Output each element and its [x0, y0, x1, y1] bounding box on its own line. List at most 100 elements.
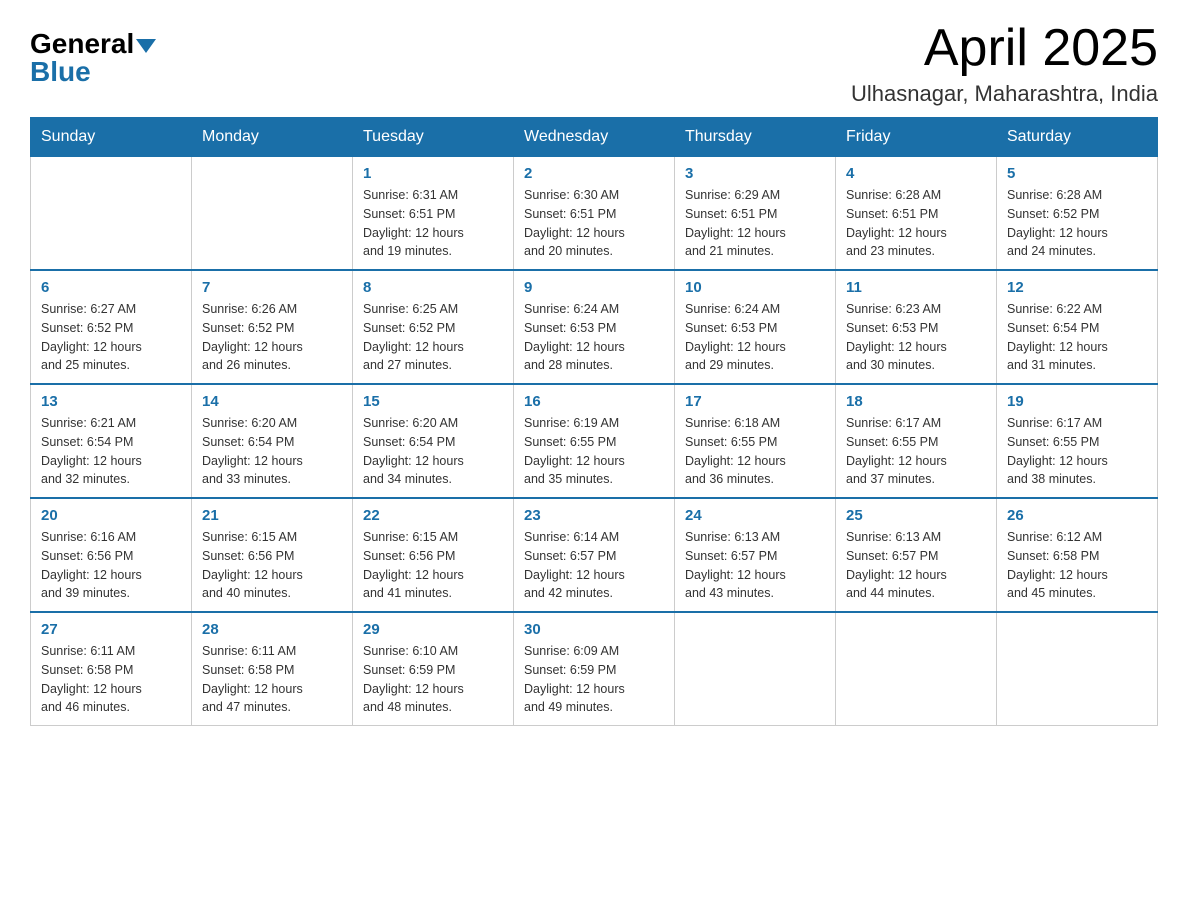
day-info: Sunrise: 6:14 AM Sunset: 6:57 PM Dayligh… [524, 528, 664, 603]
title-section: April 2025 Ulhasnagar, Maharashtra, Indi… [851, 20, 1158, 107]
day-number: 26 [1007, 507, 1147, 524]
calendar-cell: 28 Sunrise: 6:11 AM Sunset: 6:58 PM Dayli… [192, 612, 353, 726]
week-row-2: 6Sunrise: 6:27 AM Sunset: 6:52 PM Daylig… [31, 270, 1158, 384]
day-number: 16 [524, 393, 664, 410]
day-number: 24 [685, 507, 825, 524]
calendar-cell: 29 Sunrise: 6:10 AM Sunset: 6:59 PM Dayli… [353, 612, 514, 726]
day-number: 15 [363, 393, 503, 410]
weekday-header-row: SundayMondayTuesdayWednesdayThursdayFrid… [31, 118, 1158, 157]
calendar-table: SundayMondayTuesdayWednesdayThursdayFrid… [30, 117, 1158, 726]
day-number: 13 [41, 393, 181, 410]
logo-arrow-icon [136, 39, 156, 53]
day-number: 10 [685, 279, 825, 296]
day-info: Sunrise: 6:17 AM Sunset: 6:55 PM Dayligh… [846, 414, 986, 489]
week-row-3: 13 Sunrise: 6:21 AM Sunset: 6:54 PM Dayli… [31, 384, 1158, 498]
week-row-5: 27 Sunrise: 6:11 AM Sunset: 6:58 PM Dayli… [31, 612, 1158, 726]
calendar-cell: 23 Sunrise: 6:14 AM Sunset: 6:57 PM Dayli… [514, 498, 675, 612]
calendar-cell [997, 612, 1158, 726]
calendar-cell: 20Sunrise: 6:16 AM Sunset: 6:56 PM Dayli… [31, 498, 192, 612]
day-info: Sunrise: 6:11 AM Sunset: 6:58 PM Dayligh… [202, 642, 342, 717]
day-info: Sunrise: 6:27 AM Sunset: 6:52 PM Dayligh… [41, 300, 181, 375]
day-number: 18 [846, 393, 986, 410]
day-info: Sunrise: 6:21 AM Sunset: 6:54 PM Dayligh… [41, 414, 181, 489]
calendar-cell: 15 Sunrise: 6:20 AM Sunset: 6:54 PM Dayli… [353, 384, 514, 498]
day-info: Sunrise: 6:15 AM Sunset: 6:56 PM Dayligh… [202, 528, 342, 603]
day-info: Sunrise: 6:25 AM Sunset: 6:52 PM Dayligh… [363, 300, 503, 375]
day-info: Sunrise: 6:15 AM Sunset: 6:56 PM Dayligh… [363, 528, 503, 603]
day-number: 25 [846, 507, 986, 524]
calendar-cell: 9Sunrise: 6:24 AM Sunset: 6:53 PM Daylig… [514, 270, 675, 384]
day-info: Sunrise: 6:22 AM Sunset: 6:54 PM Dayligh… [1007, 300, 1147, 375]
calendar-cell [31, 157, 192, 271]
day-info: Sunrise: 6:20 AM Sunset: 6:54 PM Dayligh… [202, 414, 342, 489]
day-number: 28 [202, 621, 342, 638]
day-info: Sunrise: 6:29 AM Sunset: 6:51 PM Dayligh… [685, 186, 825, 261]
calendar-cell: 27 Sunrise: 6:11 AM Sunset: 6:58 PM Dayli… [31, 612, 192, 726]
weekday-header-saturday: Saturday [997, 118, 1158, 157]
calendar-cell [192, 157, 353, 271]
calendar-cell: 21 Sunrise: 6:15 AM Sunset: 6:56 PM Dayli… [192, 498, 353, 612]
weekday-header-thursday: Thursday [675, 118, 836, 157]
calendar-cell [675, 612, 836, 726]
calendar-cell: 5 Sunrise: 6:28 AM Sunset: 6:52 PM Daylig… [997, 157, 1158, 271]
day-info: Sunrise: 6:13 AM Sunset: 6:57 PM Dayligh… [846, 528, 986, 603]
week-row-4: 20Sunrise: 6:16 AM Sunset: 6:56 PM Dayli… [31, 498, 1158, 612]
day-number: 27 [41, 621, 181, 638]
day-number: 23 [524, 507, 664, 524]
week-row-1: 1 Sunrise: 6:31 AM Sunset: 6:51 PM Daylig… [31, 157, 1158, 271]
day-info: Sunrise: 6:20 AM Sunset: 6:54 PM Dayligh… [363, 414, 503, 489]
calendar-cell: 1 Sunrise: 6:31 AM Sunset: 6:51 PM Daylig… [353, 157, 514, 271]
day-info: Sunrise: 6:12 AM Sunset: 6:58 PM Dayligh… [1007, 528, 1147, 603]
day-info: Sunrise: 6:26 AM Sunset: 6:52 PM Dayligh… [202, 300, 342, 375]
calendar-cell: 3 Sunrise: 6:29 AM Sunset: 6:51 PM Daylig… [675, 157, 836, 271]
day-info: Sunrise: 6:11 AM Sunset: 6:58 PM Dayligh… [41, 642, 181, 717]
calendar-cell: 14 Sunrise: 6:20 AM Sunset: 6:54 PM Dayli… [192, 384, 353, 498]
calendar-cell: 10 Sunrise: 6:24 AM Sunset: 6:53 PM Dayli… [675, 270, 836, 384]
day-info: Sunrise: 6:10 AM Sunset: 6:59 PM Dayligh… [363, 642, 503, 717]
day-info: Sunrise: 6:28 AM Sunset: 6:52 PM Dayligh… [1007, 186, 1147, 261]
day-info: Sunrise: 6:16 AM Sunset: 6:56 PM Dayligh… [41, 528, 181, 603]
weekday-header-wednesday: Wednesday [514, 118, 675, 157]
day-number: 5 [1007, 165, 1147, 182]
calendar-cell: 19 Sunrise: 6:17 AM Sunset: 6:55 PM Dayli… [997, 384, 1158, 498]
weekday-header-sunday: Sunday [31, 118, 192, 157]
day-info: Sunrise: 6:24 AM Sunset: 6:53 PM Dayligh… [524, 300, 664, 375]
day-info: Sunrise: 6:30 AM Sunset: 6:51 PM Dayligh… [524, 186, 664, 261]
calendar-cell: 22Sunrise: 6:15 AM Sunset: 6:56 PM Dayli… [353, 498, 514, 612]
calendar-cell: 2Sunrise: 6:30 AM Sunset: 6:51 PM Daylig… [514, 157, 675, 271]
day-number: 8 [363, 279, 503, 296]
day-number: 12 [1007, 279, 1147, 296]
day-info: Sunrise: 6:28 AM Sunset: 6:51 PM Dayligh… [846, 186, 986, 261]
calendar-cell: 7Sunrise: 6:26 AM Sunset: 6:52 PM Daylig… [192, 270, 353, 384]
weekday-header-friday: Friday [836, 118, 997, 157]
calendar-cell: 24Sunrise: 6:13 AM Sunset: 6:57 PM Dayli… [675, 498, 836, 612]
calendar-cell: 17 Sunrise: 6:18 AM Sunset: 6:55 PM Dayli… [675, 384, 836, 498]
day-number: 21 [202, 507, 342, 524]
logo: General Blue [30, 30, 156, 88]
day-info: Sunrise: 6:24 AM Sunset: 6:53 PM Dayligh… [685, 300, 825, 375]
day-number: 14 [202, 393, 342, 410]
day-number: 3 [685, 165, 825, 182]
location-title: Ulhasnagar, Maharashtra, India [851, 81, 1158, 107]
calendar-cell: 6Sunrise: 6:27 AM Sunset: 6:52 PM Daylig… [31, 270, 192, 384]
month-title: April 2025 [851, 20, 1158, 77]
day-info: Sunrise: 6:17 AM Sunset: 6:55 PM Dayligh… [1007, 414, 1147, 489]
day-info: Sunrise: 6:31 AM Sunset: 6:51 PM Dayligh… [363, 186, 503, 261]
day-info: Sunrise: 6:23 AM Sunset: 6:53 PM Dayligh… [846, 300, 986, 375]
calendar-cell: 13 Sunrise: 6:21 AM Sunset: 6:54 PM Dayli… [31, 384, 192, 498]
day-number: 17 [685, 393, 825, 410]
calendar-cell: 25 Sunrise: 6:13 AM Sunset: 6:57 PM Dayli… [836, 498, 997, 612]
calendar-cell: 4 Sunrise: 6:28 AM Sunset: 6:51 PM Daylig… [836, 157, 997, 271]
day-number: 19 [1007, 393, 1147, 410]
day-number: 30 [524, 621, 664, 638]
weekday-header-monday: Monday [192, 118, 353, 157]
calendar-cell: 30Sunrise: 6:09 AM Sunset: 6:59 PM Dayli… [514, 612, 675, 726]
calendar-cell: 16 Sunrise: 6:19 AM Sunset: 6:55 PM Dayli… [514, 384, 675, 498]
day-number: 1 [363, 165, 503, 182]
day-number: 4 [846, 165, 986, 182]
day-info: Sunrise: 6:19 AM Sunset: 6:55 PM Dayligh… [524, 414, 664, 489]
page-header: General Blue April 2025 Ulhasnagar, Maha… [30, 20, 1158, 107]
day-number: 29 [363, 621, 503, 638]
calendar-cell: 8 Sunrise: 6:25 AM Sunset: 6:52 PM Daylig… [353, 270, 514, 384]
day-info: Sunrise: 6:18 AM Sunset: 6:55 PM Dayligh… [685, 414, 825, 489]
